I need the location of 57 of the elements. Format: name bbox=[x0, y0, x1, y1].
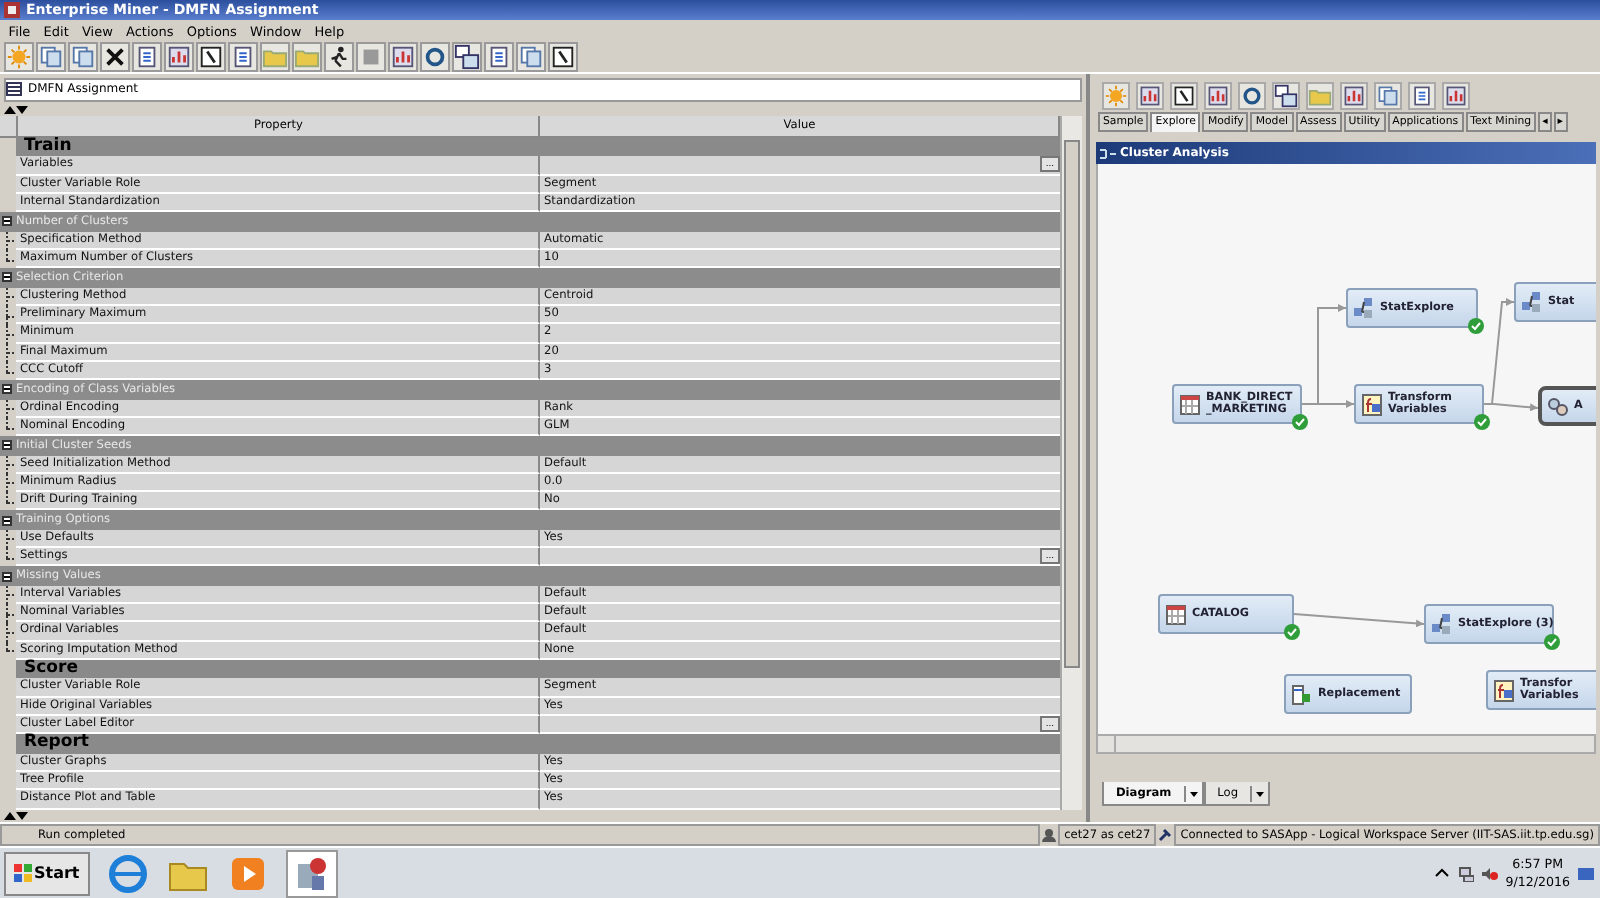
desktop-icon[interactable] bbox=[1578, 865, 1594, 882]
network-icon[interactable] bbox=[1457, 865, 1474, 882]
collapse-toggle[interactable] bbox=[2, 515, 12, 526]
chart-icon[interactable] bbox=[1442, 81, 1470, 110]
document-icon[interactable] bbox=[228, 42, 258, 73]
chart-icon[interactable] bbox=[388, 42, 418, 73]
function-icon bbox=[1362, 393, 1382, 416]
table-icon bbox=[1166, 603, 1186, 626]
chart-icon[interactable] bbox=[1340, 81, 1368, 110]
flag-icon bbox=[14, 864, 32, 883]
collapse-toggle[interactable] bbox=[2, 272, 12, 283]
function-icon bbox=[1494, 679, 1514, 702]
runner-icon[interactable] bbox=[324, 42, 354, 73]
caret-icon[interactable] bbox=[1250, 785, 1269, 802]
section-header: Score bbox=[16, 660, 1060, 679]
replacement-icon bbox=[1292, 683, 1312, 706]
chart-icon[interactable] bbox=[164, 42, 194, 73]
nodes-icon bbox=[1432, 613, 1452, 636]
collapse-toggle[interactable] bbox=[2, 216, 12, 227]
browser-icon[interactable] bbox=[105, 853, 150, 894]
horizontal-scrollbar[interactable] bbox=[1096, 734, 1596, 755]
pages-icon[interactable] bbox=[516, 42, 546, 73]
app-icon bbox=[4, 2, 20, 18]
section-header: Report bbox=[16, 734, 1060, 754]
pages-icon[interactable] bbox=[68, 42, 98, 73]
collapse-toggle[interactable] bbox=[2, 440, 12, 451]
table-icon bbox=[1180, 393, 1200, 416]
document-icon[interactable] bbox=[484, 42, 514, 73]
chart-icon[interactable] bbox=[1136, 81, 1164, 110]
close-icon[interactable] bbox=[100, 42, 130, 73]
miner-app-icon[interactable] bbox=[285, 849, 338, 898]
collapse-toggle[interactable] bbox=[2, 384, 12, 395]
scrollbar[interactable] bbox=[1060, 115, 1082, 810]
document-icon[interactable] bbox=[1408, 81, 1436, 110]
collapse-toggle[interactable] bbox=[2, 571, 12, 582]
windows-icon[interactable] bbox=[1272, 81, 1300, 110]
speaker-muted-icon[interactable] bbox=[1481, 865, 1498, 882]
frame-icon[interactable] bbox=[548, 42, 578, 73]
pages-icon[interactable] bbox=[1374, 81, 1402, 110]
connector-arrow bbox=[1293, 613, 1425, 628]
window-icon bbox=[6, 82, 22, 97]
chevron-up-icon[interactable] bbox=[1433, 865, 1450, 882]
frame-icon[interactable] bbox=[196, 42, 226, 73]
windows-icon[interactable] bbox=[452, 42, 482, 73]
caret-icon[interactable] bbox=[1183, 785, 1202, 802]
sort-arrows-icon[interactable] bbox=[4, 809, 28, 822]
document-icon[interactable] bbox=[132, 42, 162, 73]
nodes-icon bbox=[1354, 297, 1374, 320]
sun-icon[interactable] bbox=[4, 42, 34, 73]
sort-arrows-icon[interactable] bbox=[4, 103, 28, 116]
cluster-icon bbox=[1548, 395, 1568, 418]
start-button[interactable]: Start bbox=[4, 851, 90, 896]
pages-icon[interactable] bbox=[36, 42, 66, 73]
user-icon bbox=[1042, 828, 1057, 843]
chart-icon[interactable] bbox=[1204, 81, 1232, 110]
nodes-icon bbox=[1522, 291, 1542, 314]
frame-icon[interactable] bbox=[1170, 81, 1198, 110]
